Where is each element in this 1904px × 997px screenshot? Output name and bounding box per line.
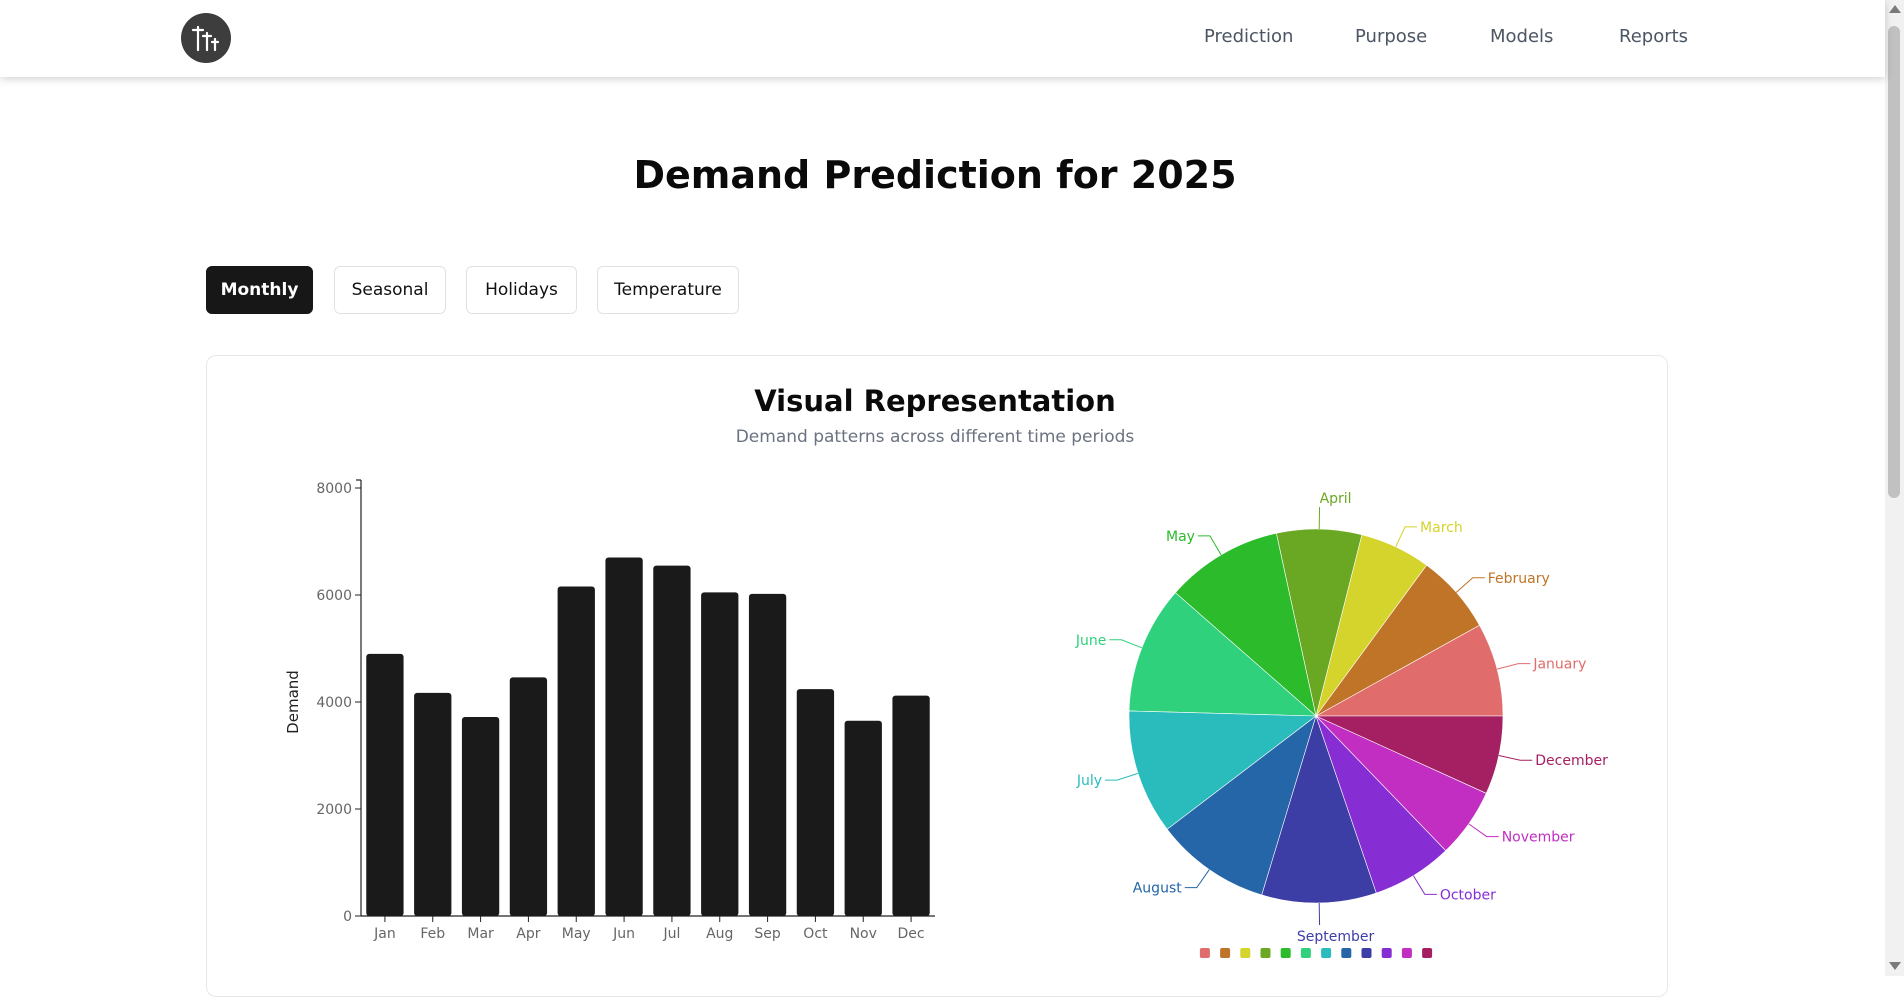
page-scrollbar[interactable] xyxy=(1885,0,1904,976)
legend-swatch[interactable] xyxy=(1362,948,1372,958)
y-axis: 0 2000 4000 6000 8000 xyxy=(316,480,361,925)
x-tick-label: Jan xyxy=(373,926,396,942)
pie-label-leader xyxy=(1105,773,1138,780)
top-navbar: Prediction Purpose Models Reports xyxy=(0,0,1885,77)
tab-monthly[interactable]: Monthly xyxy=(206,266,313,314)
monthly-pie-chart: January February March April May June July Augu… xyxy=(1060,470,1660,970)
bar[interactable] xyxy=(749,594,786,916)
pie-slice-label: June xyxy=(1075,633,1107,649)
legend-swatch[interactable] xyxy=(1200,948,1210,958)
bar[interactable] xyxy=(845,721,882,916)
pie-label-leader xyxy=(1499,756,1533,761)
pie-label-leader xyxy=(1185,870,1210,888)
y-tick-label: 4000 xyxy=(316,695,352,711)
tab-seasonal[interactable]: Seasonal xyxy=(334,266,446,314)
pie-label-leader xyxy=(1198,536,1221,555)
bar[interactable] xyxy=(701,592,738,916)
y-tick-label: 2000 xyxy=(316,802,352,818)
x-tick-label: Nov xyxy=(850,926,877,942)
pie-label-leader xyxy=(1396,527,1417,547)
legend-swatch[interactable] xyxy=(1240,948,1250,958)
scroll-down-arrow-icon[interactable] xyxy=(1889,962,1901,970)
pie-slices xyxy=(1129,529,1503,903)
bar[interactable] xyxy=(653,566,690,916)
nav-purpose[interactable]: Purpose xyxy=(1355,26,1427,47)
pie-slice-label: October xyxy=(1440,887,1496,903)
pie-slice-label: April xyxy=(1320,491,1352,507)
bar[interactable] xyxy=(605,558,642,916)
x-tick-label: Feb xyxy=(420,926,445,942)
bar[interactable] xyxy=(366,654,403,916)
pie-slice-label: July xyxy=(1076,773,1102,789)
pie-slice-label: September xyxy=(1297,929,1375,945)
y-tick-label: 6000 xyxy=(316,588,352,604)
legend-swatch[interactable] xyxy=(1402,948,1412,958)
bar[interactable] xyxy=(510,677,547,916)
x-tick-label: Apr xyxy=(516,926,540,942)
pie-slice-label: May xyxy=(1166,529,1195,545)
x-tick-label: Jul xyxy=(662,926,680,942)
legend-swatch[interactable] xyxy=(1301,948,1311,958)
bar[interactable] xyxy=(892,696,929,916)
pie-label-leader xyxy=(1497,664,1530,670)
pie-slice-label: March xyxy=(1420,520,1463,536)
bar[interactable] xyxy=(414,693,451,916)
x-tick-label: Mar xyxy=(467,926,494,942)
card-title: Visual Representation xyxy=(0,384,1870,418)
nav-reports[interactable]: Reports xyxy=(1619,26,1688,47)
x-tick-label: May xyxy=(562,926,591,942)
x-axis: Jan Feb Mar Apr May Jun Jul Aug Sep Oct Nov Dec xyxy=(361,916,935,942)
legend-swatch[interactable] xyxy=(1341,948,1351,958)
pie-legend xyxy=(1200,948,1432,958)
pie-label-leader xyxy=(1109,640,1141,648)
nav-prediction[interactable]: Prediction xyxy=(1204,26,1293,47)
legend-swatch[interactable] xyxy=(1220,948,1230,958)
nav-models[interactable]: Models xyxy=(1490,26,1553,47)
pie-label-leader xyxy=(1456,578,1485,593)
y-tick-label: 8000 xyxy=(316,481,352,497)
y-axis-label: Demand xyxy=(284,670,302,734)
card-subtitle: Demand patterns across different time pe… xyxy=(0,427,1870,447)
page-title: Demand Prediction for 2025 xyxy=(0,153,1870,197)
tab-temperature[interactable]: Temperature xyxy=(597,266,739,314)
x-tick-label: Aug xyxy=(706,926,733,942)
legend-swatch[interactable] xyxy=(1422,948,1432,958)
pie-slice-label: December xyxy=(1535,753,1608,769)
scroll-thumb[interactable] xyxy=(1888,26,1900,498)
pie-slice-label: February xyxy=(1488,571,1550,587)
scroll-up-arrow-icon[interactable] xyxy=(1889,5,1901,13)
bar[interactable] xyxy=(558,586,595,916)
tab-holidays[interactable]: Holidays xyxy=(466,266,577,314)
y-tick-label: 0 xyxy=(343,909,352,925)
legend-swatch[interactable] xyxy=(1321,948,1331,958)
bar[interactable] xyxy=(462,717,499,916)
x-tick-label: Jun xyxy=(612,926,635,942)
legend-swatch[interactable] xyxy=(1382,948,1392,958)
monthly-bar-chart: 0 2000 4000 6000 8000 Jan Feb Mar Apr May Jun Jul A… xyxy=(270,470,950,950)
pie-label-leader xyxy=(1469,824,1499,837)
utility-poles-icon xyxy=(181,13,231,63)
x-tick-label: Dec xyxy=(898,926,925,942)
x-tick-label: Sep xyxy=(754,926,781,942)
x-tick-label: Oct xyxy=(803,926,828,942)
pie-slice-label: January xyxy=(1532,657,1586,673)
pie-slice-label: November xyxy=(1502,830,1575,846)
legend-swatch[interactable] xyxy=(1281,948,1291,958)
pie-label-leader xyxy=(1413,876,1436,895)
pie-slice-label: August xyxy=(1133,881,1183,897)
bar-series xyxy=(366,558,929,916)
bar[interactable] xyxy=(797,689,834,916)
legend-swatch[interactable] xyxy=(1261,948,1271,958)
logo[interactable] xyxy=(181,13,231,63)
